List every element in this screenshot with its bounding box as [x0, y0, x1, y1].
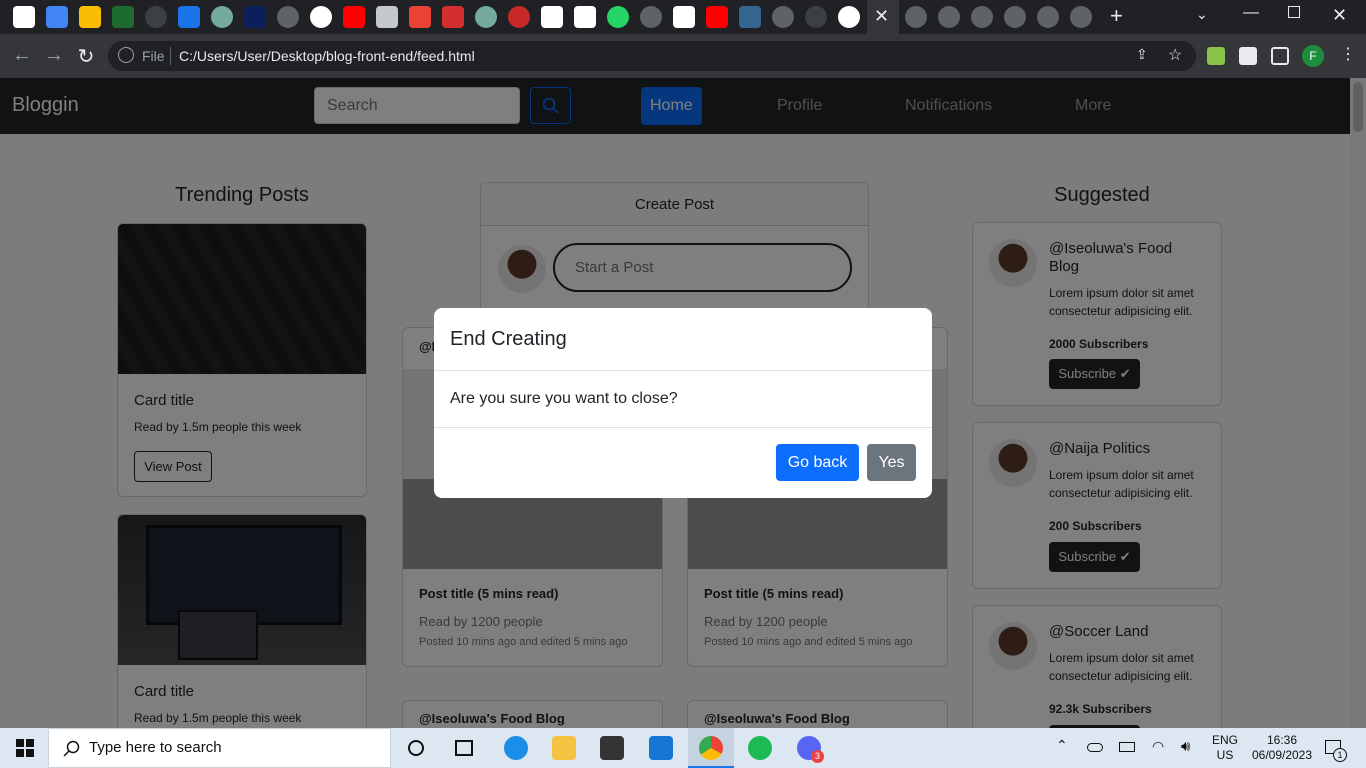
language-indicator[interactable]: ENG US: [1210, 733, 1240, 763]
language-code: ENG: [1211, 733, 1238, 747]
tab-puzzle-icon[interactable]: [178, 6, 200, 28]
battery-icon[interactable]: [1119, 742, 1135, 752]
tab-favicon-16[interactable]: [508, 6, 530, 28]
microsoft-store-icon[interactable]: [600, 736, 624, 760]
windows-start-icon[interactable]: [16, 739, 34, 757]
modal-header-divider: [434, 370, 932, 371]
mail-icon[interactable]: [649, 736, 673, 760]
file-explorer-icon[interactable]: [552, 736, 576, 760]
go-back-button[interactable]: Go back: [776, 444, 859, 481]
task-view-icon[interactable]: [455, 740, 473, 756]
share-icon[interactable]: ⇪: [1136, 46, 1148, 63]
tab-gmail-icon[interactable]: [409, 6, 431, 28]
modal-body-text: Are you sure you want to close?: [450, 390, 678, 407]
tab-chatgpt-icon-2[interactable]: [475, 6, 497, 28]
tab-whatsapp-icon[interactable]: [607, 6, 629, 28]
address-bar[interactable]: File C:/Users/User/Desktop/blog-front-en…: [108, 41, 1196, 71]
extension-d-icon[interactable]: [1207, 47, 1225, 65]
modal-title: End Creating: [450, 328, 567, 350]
chrome-icon[interactable]: [699, 736, 723, 760]
search-icon: [63, 740, 80, 757]
tab-chrome-icon[interactable]: [838, 6, 860, 28]
tab-favicon-8[interactable]: [244, 6, 266, 28]
taskbar-search-placeholder: Type here to search: [89, 739, 222, 756]
modal-footer-divider: [434, 427, 932, 428]
file-label: File: [142, 48, 165, 64]
tab-favicon-21[interactable]: [673, 6, 695, 28]
profile-avatar[interactable]: F: [1302, 45, 1324, 67]
tab-slides-icon[interactable]: [79, 6, 101, 28]
wifi-icon[interactable]: ◠: [1152, 738, 1164, 755]
spotify-icon[interactable]: [748, 736, 772, 760]
bookmark-star-icon[interactable]: ☆: [1168, 45, 1182, 65]
new-tab-icon[interactable]: +: [1110, 3, 1123, 29]
cortana-icon[interactable]: [408, 740, 424, 756]
extensions-puzzle-icon[interactable]: [1239, 47, 1257, 65]
side-panel-icon[interactable]: [1271, 47, 1289, 65]
restore-icon[interactable]: [1288, 6, 1300, 18]
chrome-menu-icon[interactable]: ⋮: [1340, 44, 1356, 64]
end-creating-modal: End Creating Are you sure you want to cl…: [434, 308, 932, 498]
clock-time: 16:36: [1266, 733, 1298, 747]
notification-badge: 1: [1333, 748, 1347, 762]
region-code: US: [1216, 748, 1234, 762]
info-icon[interactable]: [118, 47, 134, 63]
browser-toolbar: ← → ↻ File C:/Users/User/Desktop/blog-fr…: [0, 34, 1366, 78]
tab-globe-icon-2[interactable]: [640, 6, 662, 28]
forward-icon[interactable]: →: [42, 44, 66, 67]
tab-google-icon[interactable]: [310, 6, 332, 28]
url-text[interactable]: C:/Users/User/Desktop/blog-front-end/fee…: [179, 48, 475, 64]
back-icon[interactable]: ←: [10, 44, 34, 67]
tab-youtube-icon[interactable]: [343, 6, 365, 28]
tab-globe-icon[interactable]: [277, 6, 299, 28]
volume-icon[interactable]: 🔊︎: [1181, 738, 1190, 755]
tab-docs-icon[interactable]: [46, 6, 68, 28]
tab-globe-icon-7[interactable]: [1004, 6, 1026, 28]
onedrive-icon[interactable]: [1087, 743, 1103, 752]
browser-tab-strip: ✕ + ⌄ — ✕: [0, 0, 1366, 34]
edge-icon[interactable]: [504, 736, 528, 760]
show-hidden-icons[interactable]: ⌃: [1056, 737, 1068, 754]
tab-favicon-14[interactable]: [442, 6, 464, 28]
windows-taskbar: Type here to search 3 ⌃ ◠ 🔊︎ ENG US 16:3…: [0, 728, 1366, 768]
tab-github-icon-2[interactable]: [805, 6, 827, 28]
tab-globe-icon-8[interactable]: [1037, 6, 1059, 28]
tab-globe-icon-3[interactable]: [772, 6, 794, 28]
close-window-icon[interactable]: ✕: [1332, 5, 1347, 26]
clock-date: 06/09/2023: [1251, 748, 1313, 762]
tab-favicon-4[interactable]: [112, 6, 134, 28]
reload-icon[interactable]: ↻: [74, 44, 98, 69]
tab-globe-icon-4[interactable]: [905, 6, 927, 28]
tab-globe-icon-9[interactable]: [1070, 6, 1092, 28]
tab-globe-icon-5[interactable]: [938, 6, 960, 28]
tab-globe-icon-6[interactable]: [971, 6, 993, 28]
tab-favicon-23[interactable]: [739, 6, 761, 28]
minimize-icon[interactable]: —: [1243, 4, 1259, 22]
yes-button[interactable]: Yes: [867, 444, 916, 481]
tab-youtube-icon-2[interactable]: [706, 6, 728, 28]
separator: [170, 47, 171, 65]
clock[interactable]: 16:36 06/09/2023: [1248, 733, 1316, 763]
tab-chatgpt-icon[interactable]: [211, 6, 233, 28]
discord-badge: 3: [811, 750, 824, 763]
tab-favicon-17[interactable]: [541, 6, 563, 28]
tab-favicon-12[interactable]: [376, 6, 398, 28]
taskbar-search-box[interactable]: Type here to search: [48, 728, 391, 768]
tab-github-icon[interactable]: [145, 6, 167, 28]
tab-search-icon[interactable]: ⌄: [1196, 6, 1208, 23]
tab-favicon-1[interactable]: [13, 6, 35, 28]
tab-favicon-18[interactable]: [574, 6, 596, 28]
close-tab-icon[interactable]: ✕: [874, 6, 889, 27]
